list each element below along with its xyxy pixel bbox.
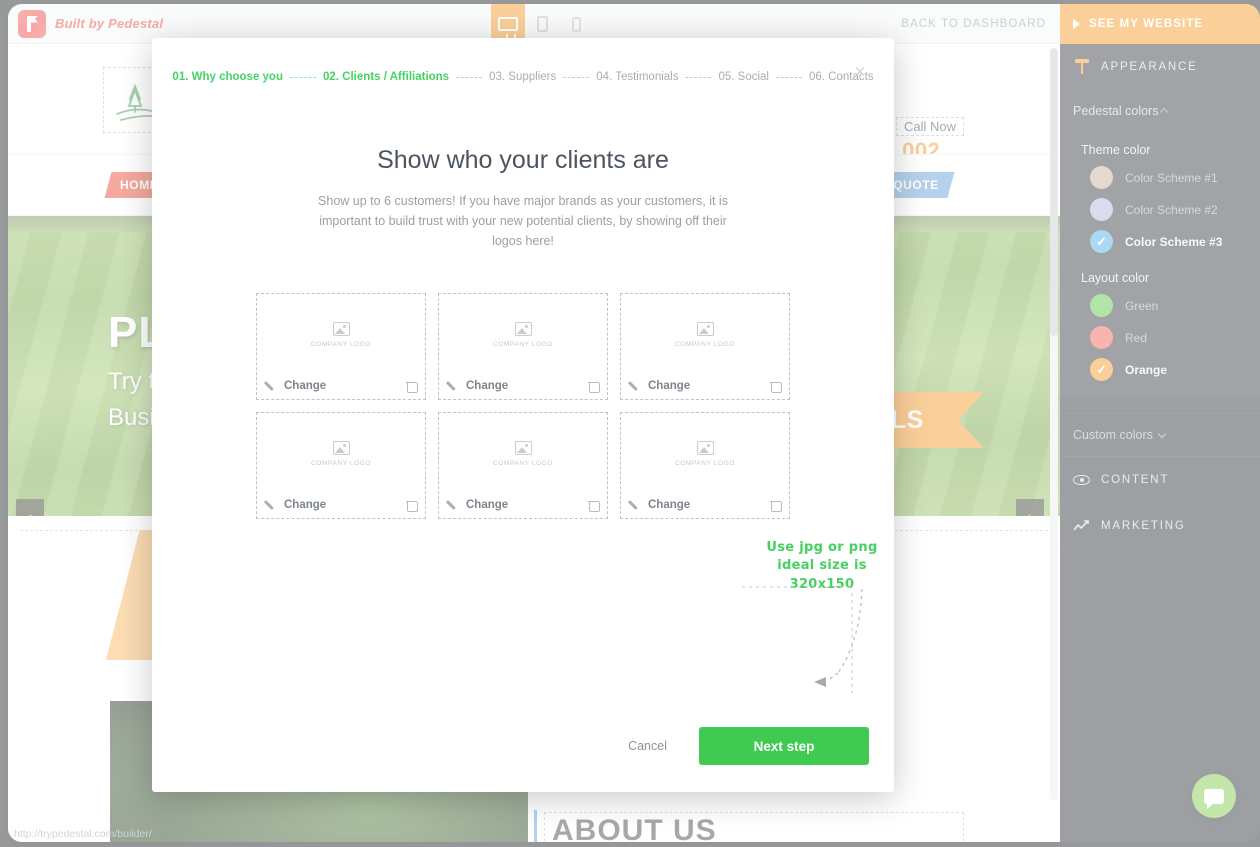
- change-label: Change: [466, 499, 509, 511]
- step-separator: [456, 76, 483, 78]
- logo-slot[interactable]: COMPANY LOGO Change: [438, 412, 608, 519]
- logo-placeholder: COMPANY LOGO: [439, 441, 607, 467]
- delete-logo-button[interactable]: [770, 499, 782, 512]
- step-separator: [685, 76, 712, 78]
- logo-slot[interactable]: COMPANY LOGO Change: [256, 293, 426, 400]
- delete-logo-button[interactable]: [588, 380, 600, 393]
- logo-slot[interactable]: COMPANY LOGO Change: [256, 412, 426, 519]
- change-label: Change: [648, 380, 691, 392]
- logo-placeholder-label: COMPANY LOGO: [492, 460, 554, 467]
- change-logo-button[interactable]: Change: [447, 380, 508, 392]
- image-placeholder-icon: [332, 441, 350, 455]
- delete-logo-button[interactable]: [770, 380, 782, 393]
- logo-placeholder: COMPANY LOGO: [621, 322, 789, 348]
- wizard-step-1[interactable]: 01. Why choose you: [172, 71, 283, 83]
- logo-placeholder-label: COMPANY LOGO: [674, 341, 736, 348]
- logo-slot[interactable]: COMPANY LOGO Change: [620, 412, 790, 519]
- pencil-icon: [629, 499, 641, 511]
- annotation-arrow-icon: [742, 586, 863, 693]
- logo-placeholder-label: COMPANY LOGO: [674, 460, 736, 467]
- modal-footer: Cancel Next step: [152, 700, 894, 792]
- next-step-button[interactable]: Next step: [699, 727, 869, 765]
- logo-slot-actions: Change: [265, 499, 418, 512]
- close-icon[interactable]: ×: [850, 63, 870, 84]
- step-separator: [289, 76, 316, 78]
- step-separator: [563, 76, 590, 78]
- pencil-icon: [265, 499, 277, 511]
- image-placeholder-icon: [332, 322, 350, 336]
- logo-slot-actions: Change: [447, 499, 600, 512]
- logo-slot[interactable]: COMPANY LOGO Change: [438, 293, 608, 400]
- image-placeholder-icon: [696, 441, 714, 455]
- logo-slot-actions: Change: [629, 380, 782, 393]
- change-logo-button[interactable]: Change: [447, 499, 508, 511]
- logo-slot-actions: Change: [629, 499, 782, 512]
- logo-placeholder-label: COMPANY LOGO: [310, 460, 372, 467]
- change-logo-button[interactable]: Change: [265, 499, 326, 511]
- pencil-icon: [265, 380, 277, 392]
- pencil-icon: [447, 380, 459, 392]
- change-label: Change: [648, 499, 691, 511]
- modal-title: Show who your clients are: [377, 146, 669, 174]
- wizard-step-4[interactable]: 04. Testimonials: [596, 71, 678, 83]
- builder-app: Built by Pedestal BACK TO DASHBOARD: [0, 0, 1260, 847]
- wizard-steps: 01. Why choose you 02. Clients / Affilia…: [152, 38, 894, 94]
- delete-logo-button[interactable]: [588, 499, 600, 512]
- image-placeholder-icon: [514, 322, 532, 336]
- modal-description: Show up to 6 customers! If you have majo…: [318, 194, 728, 248]
- wizard-step-5[interactable]: 05. Social: [718, 71, 769, 83]
- delete-logo-button[interactable]: [406, 499, 418, 512]
- logo-placeholder: COMPANY LOGO: [257, 322, 425, 348]
- logo-grid-wrap: Use jpg or png ideal size is 320x150 COM…: [152, 293, 894, 693]
- logo-placeholder: COMPANY LOGO: [257, 441, 425, 467]
- image-placeholder-icon: [696, 322, 714, 336]
- pencil-icon: [447, 499, 459, 511]
- logo-slot[interactable]: COMPANY LOGO Change: [620, 293, 790, 400]
- wizard-step-2[interactable]: 02. Clients / Affiliations: [323, 71, 449, 83]
- change-logo-button[interactable]: Change: [629, 380, 690, 392]
- logo-slot-grid: COMPANY LOGO Change COMPANY LOGO Change …: [152, 293, 894, 519]
- clients-wizard-modal: 01. Why choose you 02. Clients / Affilia…: [152, 38, 894, 792]
- logo-placeholder: COMPANY LOGO: [439, 322, 607, 348]
- image-placeholder-icon: [514, 441, 532, 455]
- logo-placeholder-label: COMPANY LOGO: [492, 341, 554, 348]
- delete-logo-button[interactable]: [406, 380, 418, 393]
- logo-slot-actions: Change: [447, 380, 600, 393]
- change-logo-button[interactable]: Change: [265, 380, 326, 392]
- wizard-step-3[interactable]: 03. Suppliers: [489, 71, 556, 83]
- cancel-button[interactable]: Cancel: [614, 731, 681, 761]
- change-label: Change: [466, 380, 509, 392]
- step-separator: [775, 76, 802, 78]
- logo-placeholder-label: COMPANY LOGO: [310, 341, 372, 348]
- change-label: Change: [284, 499, 327, 511]
- pencil-icon: [629, 380, 641, 392]
- change-label: Change: [284, 380, 327, 392]
- logo-slot-actions: Change: [265, 380, 418, 393]
- logo-placeholder: COMPANY LOGO: [621, 441, 789, 467]
- change-logo-button[interactable]: Change: [629, 499, 690, 511]
